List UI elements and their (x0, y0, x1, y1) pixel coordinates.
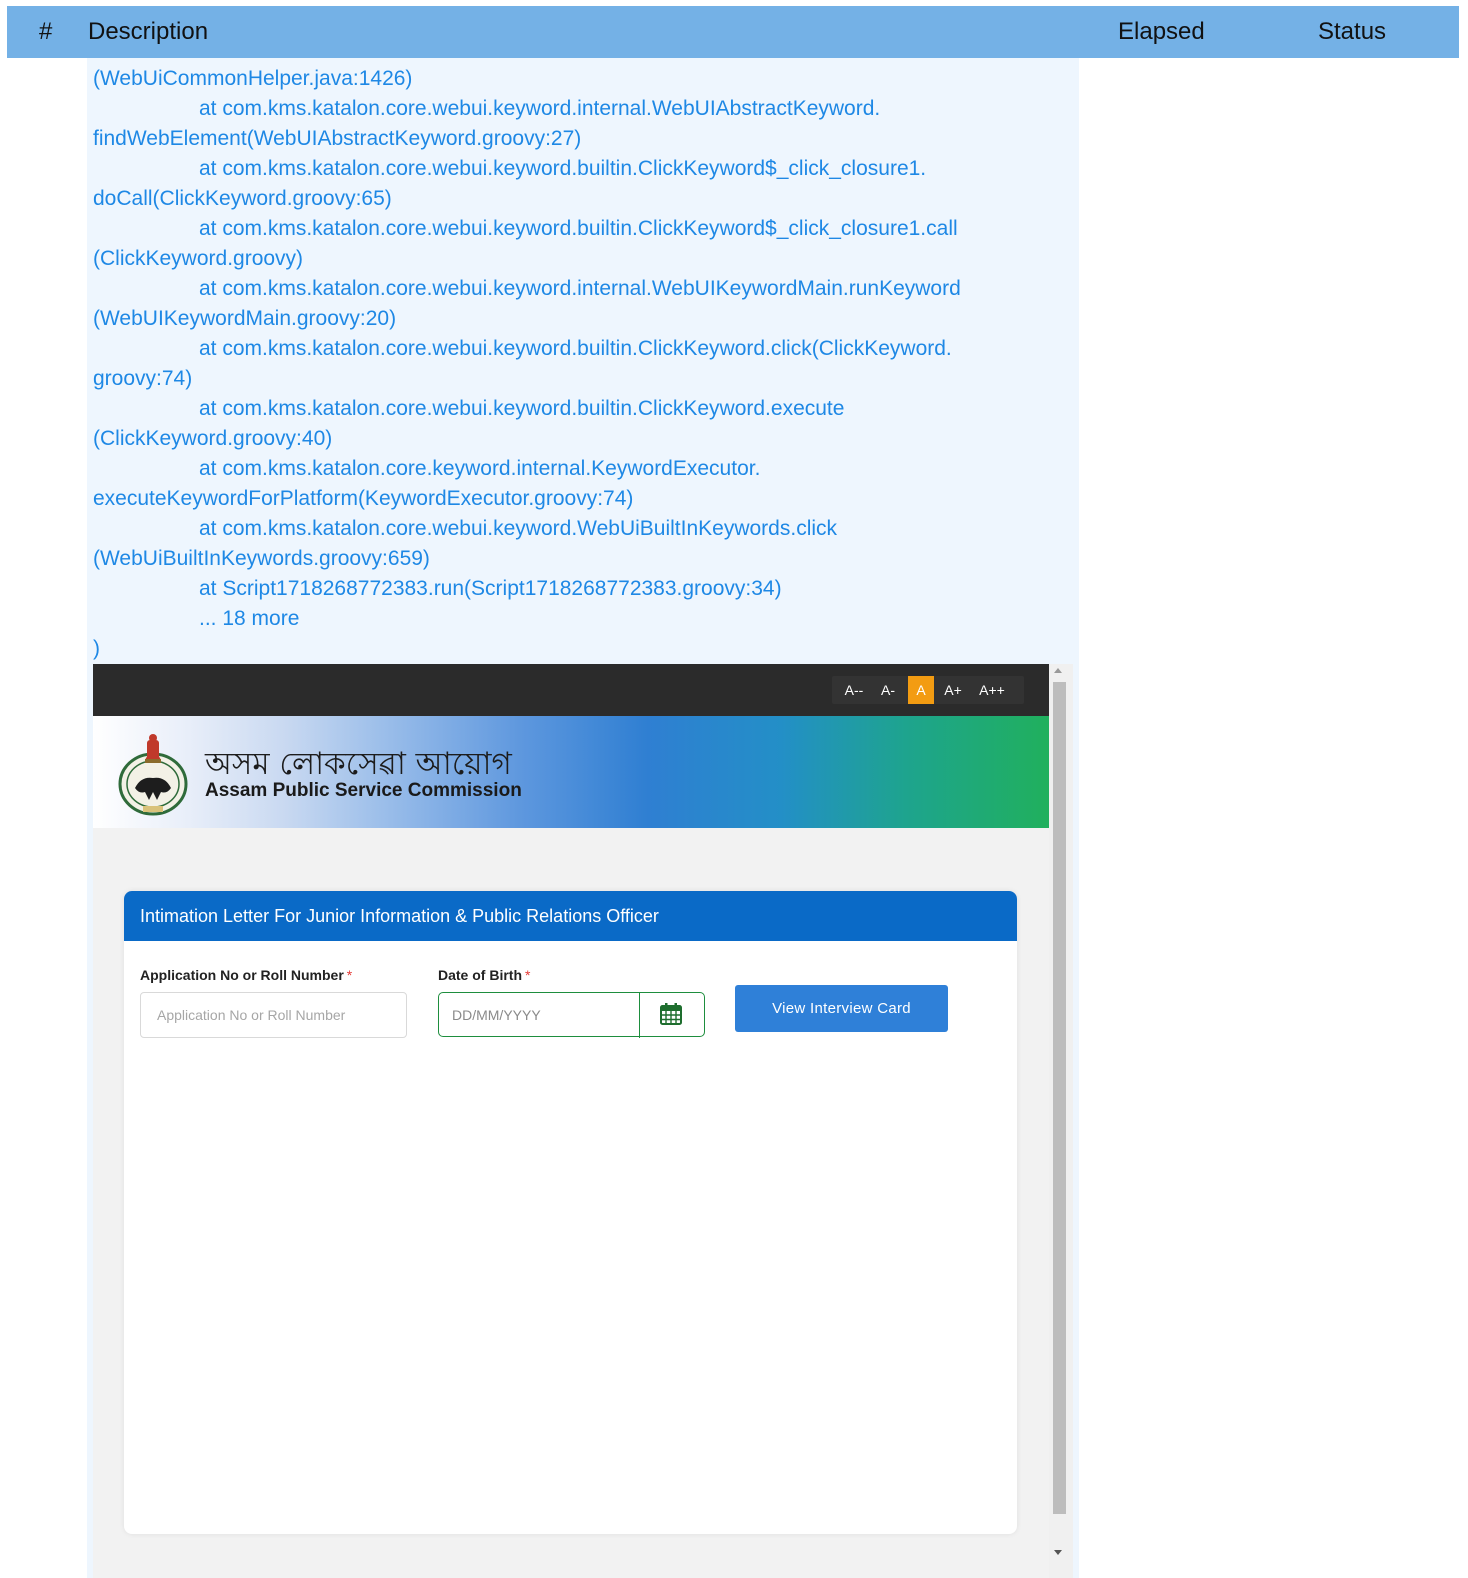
log-line: at com.kms.katalon.core.keyword.internal… (199, 457, 761, 480)
log-line: at com.kms.katalon.core.webui.keyword.bu… (199, 217, 958, 240)
log-line: (ClickKeyword.groovy:40) (93, 427, 333, 450)
calendar-icon (660, 1003, 682, 1025)
date-of-birth-label: Date of Birth * (438, 967, 531, 983)
log-line: ... 18 more (199, 607, 300, 630)
table-header: # Description Elapsed Status (7, 6, 1459, 58)
log-line: at com.kms.katalon.core.webui.keyword.bu… (199, 337, 952, 360)
site-top-bar: A-- A- A A+ A++ (93, 664, 1049, 716)
log-line: at com.kms.katalon.core.webui.keyword.in… (199, 97, 881, 120)
log-line: ) (93, 637, 100, 660)
date-of-birth-input[interactable] (439, 993, 639, 1036)
font-size-smallest-button[interactable]: A-- (840, 676, 868, 704)
column-header-description: Description (88, 18, 209, 45)
view-interview-card-button[interactable]: View Interview Card (735, 985, 948, 1032)
log-line: groovy:74) (93, 367, 193, 390)
font-size-largest-button[interactable]: A++ (974, 676, 1010, 704)
column-header-status: Status (1318, 18, 1387, 45)
log-line: findWebElement(WebUIAbstractKeyword.groo… (93, 127, 582, 150)
column-header-number: # (39, 18, 53, 45)
required-marker: * (346, 967, 353, 983)
form-card-header: Intimation Letter For Junior Information… (124, 891, 1017, 941)
log-line: (WebUiCommonHelper.java:1426) (93, 67, 413, 90)
log-line: (WebUIKeywordMain.groovy:20) (93, 307, 397, 330)
intimation-form-card: Intimation Letter For Junior Information… (124, 891, 1017, 1534)
log-line: at com.kms.katalon.core.webui.keyword.in… (199, 277, 961, 300)
application-number-input[interactable] (140, 992, 407, 1038)
scroll-down-arrow-icon[interactable] (1054, 1550, 1062, 1555)
form-heading: Intimation Letter For Junior Information… (140, 906, 659, 926)
log-line: (WebUiBuiltInKeywords.groovy:659) (93, 547, 430, 570)
calendar-button[interactable] (640, 993, 704, 1036)
column-header-elapsed: Elapsed (1118, 18, 1205, 45)
log-line: at com.kms.katalon.core.webui.keyword.bu… (199, 157, 927, 180)
scroll-up-arrow-icon[interactable] (1054, 668, 1062, 673)
font-size-normal-button[interactable]: A (908, 676, 934, 704)
vertical-scrollbar[interactable] (1049, 664, 1073, 1578)
font-size-smaller-button[interactable]: A- (876, 676, 900, 704)
site-banner: অসম লোকসেৱা আয়োগ Assam Public Service C… (93, 716, 1049, 828)
stack-trace-log: (WebUiCommonHelper.java:1426) at com.kms.… (93, 64, 1078, 664)
font-size-controls: A-- A- A A+ A++ (832, 676, 1024, 704)
log-line: at Script1718268772383.run(Script1718268… (199, 577, 782, 600)
required-marker: * (525, 967, 531, 983)
log-line: executeKeywordForPlatform(KeywordExecuto… (93, 487, 634, 510)
site-title-english: Assam Public Service Commission (205, 780, 522, 801)
log-line: at com.kms.katalon.core.webui.keyword.bu… (199, 397, 845, 420)
log-line: doCall(ClickKeyword.groovy:65) (93, 187, 392, 210)
page-screenshot: A-- A- A A+ A++ অসম লোকসেৱা আয়োগ Assam … (93, 664, 1073, 1578)
date-of-birth-group (438, 992, 705, 1038)
font-size-larger-button[interactable]: A+ (940, 676, 966, 704)
test-report: # Description Elapsed Status (WebUiCommo… (0, 0, 1468, 1578)
log-line: (ClickKeyword.groovy) (93, 247, 304, 270)
log-line: at com.kms.katalon.core.webui.keyword.We… (199, 517, 838, 540)
apsc-emblem-icon (118, 734, 188, 816)
application-number-label: Application No or Roll Number * (140, 967, 353, 983)
scrollbar-thumb[interactable] (1053, 682, 1066, 1514)
